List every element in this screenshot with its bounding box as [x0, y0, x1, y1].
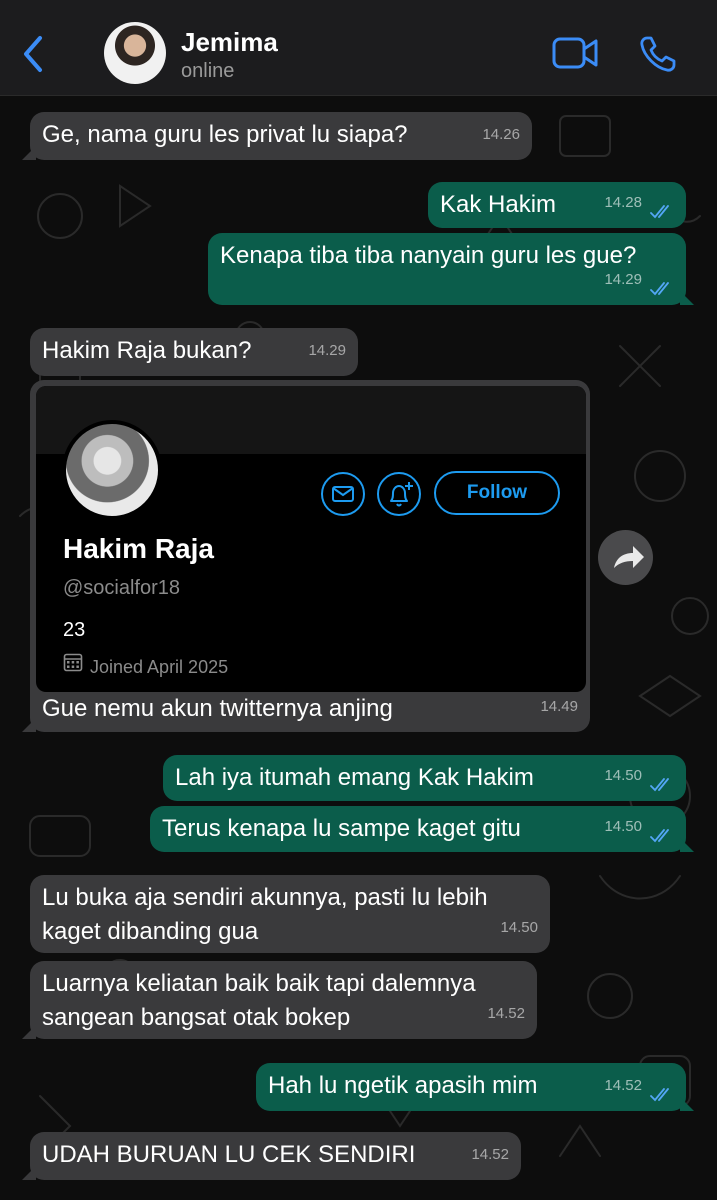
contact-avatar[interactable] — [104, 22, 166, 84]
chevron-left-icon[interactable] — [18, 34, 48, 74]
calendar-icon — [63, 653, 83, 672]
read-ticks-icon — [650, 778, 669, 792]
message-time: 14.50 — [604, 767, 642, 784]
message-incoming[interactable]: Lu buka aja sendiri akunnya, pasti lu le… — [30, 875, 550, 953]
message-text: Hakim Raja bukan? — [42, 337, 252, 364]
message-outgoing[interactable]: Kak Hakim 14.28 — [428, 182, 686, 228]
read-ticks-icon — [650, 205, 669, 219]
message-time: 14.52 — [604, 1077, 642, 1094]
share-arrow-icon — [614, 546, 644, 568]
message-text-line: kaget dibanding gua — [42, 918, 259, 945]
message-incoming-twitter-card[interactable]: Follow Hakim Raja @socialfor18 23 Joined… — [22, 380, 590, 732]
message-text: Lah iya itumah emang Kak Hakim — [175, 764, 534, 791]
message-outgoing[interactable]: Kenapa tiba tiba nanyain guru les gue? 1… — [208, 233, 694, 305]
message-outgoing[interactable]: Terus kenapa lu sampe kaget gitu 14.50 — [150, 806, 694, 852]
contact-status: online — [181, 60, 235, 82]
notifications-button[interactable] — [377, 472, 421, 516]
message-incoming[interactable]: Ge, nama guru les privat lu siapa? 14.26 — [22, 112, 532, 160]
chat-area[interactable]: Ge, nama guru les privat lu siapa? 14.26… — [0, 96, 717, 1200]
video-call-icon[interactable] — [551, 36, 599, 70]
profile-name: Hakim Raja — [63, 533, 214, 564]
message-incoming[interactable]: UDAH BURUAN LU CEK SENDIRI 14.52 — [22, 1132, 521, 1180]
mail-icon — [332, 486, 354, 502]
follow-button[interactable]: Follow — [434, 471, 560, 515]
profile-bio: 23 — [63, 619, 86, 641]
bell-plus-icon — [390, 482, 413, 507]
twitter-profile-card[interactable]: Follow Hakim Raja @socialfor18 23 Joined… — [36, 386, 586, 692]
message-text: Kak Hakim — [440, 191, 557, 218]
message-text-line: Lu buka aja sendiri akunnya, pasti lu le… — [42, 884, 488, 911]
message-text: UDAH BURUAN LU CEK SENDIRI — [42, 1141, 416, 1168]
message-time: 14.29 — [308, 342, 346, 359]
read-ticks-icon — [650, 282, 669, 296]
message-time: 14.29 — [604, 271, 642, 288]
message-time: 14.50 — [604, 818, 642, 835]
chat-header: Jemima online — [0, 0, 717, 96]
message-text: Kenapa tiba tiba nanyain guru les gue? — [220, 242, 637, 269]
profile-handle: @socialfor18 — [63, 577, 181, 599]
message-outgoing[interactable]: Lah iya itumah emang Kak Hakim 14.50 — [163, 755, 686, 801]
message-button[interactable] — [321, 472, 365, 516]
message-outgoing[interactable]: Hah lu ngetik apasih mim 14.52 — [256, 1063, 694, 1111]
message-incoming[interactable]: Luarnya keliatan baik baik tapi dalemnya… — [22, 961, 537, 1039]
message-time: 14.52 — [471, 1146, 509, 1163]
read-ticks-icon — [650, 1088, 669, 1102]
profile-avatar[interactable] — [62, 420, 162, 520]
message-text-line: Luarnya keliatan baik baik tapi dalemnya — [42, 970, 476, 997]
message-incoming[interactable]: Hakim Raja bukan? 14.29 — [30, 328, 358, 376]
message-time: 14.26 — [482, 126, 520, 143]
message-time: 14.52 — [487, 1005, 525, 1022]
message-text: Terus kenapa lu sampe kaget gitu — [162, 815, 521, 842]
message-time: 14.50 — [500, 919, 538, 936]
message-text: Ge, nama guru les privat lu siapa? — [42, 121, 408, 148]
message-time: 14.28 — [604, 194, 642, 211]
forward-button[interactable] — [598, 530, 653, 585]
contact-name[interactable]: Jemima — [181, 27, 278, 58]
message-text-line: sangean bangsat otak bokep — [42, 1004, 351, 1031]
read-ticks-icon — [650, 829, 669, 843]
message-time: 14.49 — [540, 698, 578, 715]
phone-call-icon[interactable] — [638, 34, 678, 74]
message-text: Gue nemu akun twitternya anjing — [42, 695, 393, 722]
profile-joined-date: Joined April 2025 — [90, 657, 229, 677]
message-text: Hah lu ngetik apasih mim — [268, 1072, 538, 1099]
